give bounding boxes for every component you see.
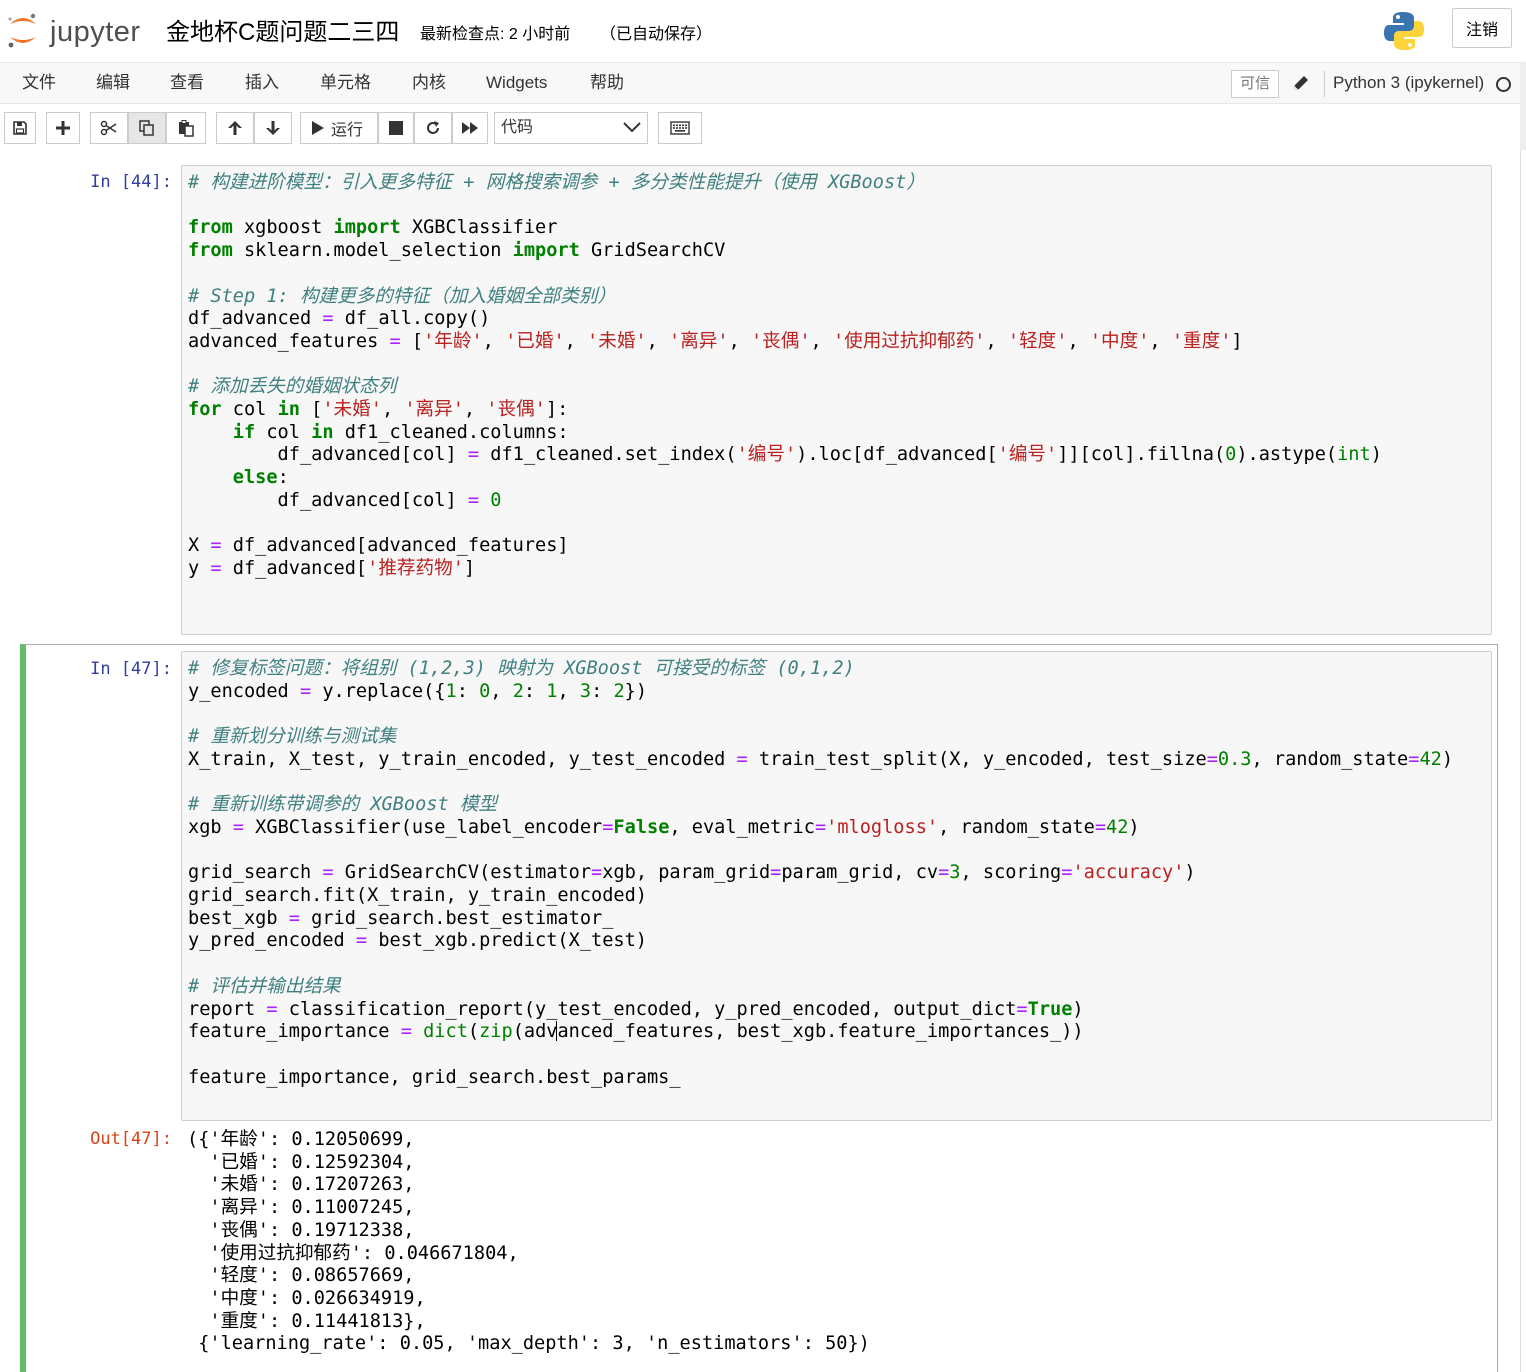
copy-button[interactable] — [128, 112, 166, 144]
menu-kernel[interactable]: 内核 — [412, 63, 446, 103]
insert-cell-button[interactable] — [46, 112, 80, 144]
command-palette-button[interactable] — [658, 112, 702, 144]
stop-icon — [389, 121, 403, 135]
interrupt-button[interactable] — [378, 112, 414, 144]
scrollbar[interactable] — [1520, 150, 1526, 1372]
move-up-button[interactable] — [216, 112, 254, 144]
chevron-down-icon — [623, 122, 641, 133]
output-area: ({'年龄': 0.12050699, '已婚': 0.12592304, '未… — [187, 1129, 1487, 1356]
input-prompt: In [47]: — [90, 659, 172, 679]
run-label: 运行 — [331, 122, 364, 139]
restart-icon — [427, 121, 439, 134]
kernel-separator — [1324, 71, 1325, 97]
menu-file[interactable]: 文件 — [22, 63, 56, 103]
paste-button[interactable] — [166, 112, 206, 144]
input-prompt: In [44]: — [90, 172, 172, 192]
plus-icon — [56, 121, 70, 135]
kernel-idle-icon — [1496, 77, 1511, 92]
fast-forward-icon — [462, 122, 478, 134]
menu-insert[interactable]: 插入 — [245, 63, 279, 103]
jupyter-logo[interactable]: jupyter — [6, 10, 146, 50]
code-editor[interactable]: # 修复标签问题：将组别 (1,2,3) 映射为 XGBoost 可接受的标签 … — [181, 651, 1492, 1121]
code-cell-selected[interactable]: In [47]: # 修复标签问题：将组别 (1,2,3) 映射为 XGBoos… — [20, 644, 1498, 1372]
arrow-down-icon — [266, 121, 280, 135]
logout-button[interactable]: 注销 — [1452, 8, 1512, 48]
code-cell[interactable]: In [44]: # 构建进阶模型：引入更多特征 + 网格搜索调参 + 多分类性… — [20, 164, 1498, 636]
header: jupyter 金地杯C题问题二三四 最新检查点: 2 小时前 （已自动保存） … — [0, 0, 1526, 62]
save-button[interactable] — [4, 112, 36, 144]
menubar: 文件 编辑 查看 插入 单元格 内核 Widgets 帮助 可信 Python … — [0, 62, 1520, 104]
notebook-container: In [44]: # 构建进阶模型：引入更多特征 + 网格搜索调参 + 多分类性… — [0, 150, 1520, 1372]
restart-run-all-button[interactable] — [452, 112, 488, 144]
save-icon — [13, 121, 27, 135]
keyboard-icon — [670, 121, 690, 135]
run-button[interactable]: 运行 — [300, 112, 378, 144]
output-prompt: Out[47]: — [90, 1129, 172, 1149]
text-cursor — [556, 1021, 558, 1042]
python-logo-icon — [1384, 12, 1424, 50]
scissors-icon — [100, 120, 117, 136]
menu-help[interactable]: 帮助 — [590, 63, 624, 103]
code-editor[interactable]: # 构建进阶模型：引入更多特征 + 网格搜索调参 + 多分类性能提升（使用 XG… — [181, 165, 1492, 635]
cell-type-select[interactable]: 代码 — [494, 112, 648, 144]
copy-icon — [139, 120, 154, 136]
arrow-up-icon — [228, 121, 242, 135]
code-content: # 修复标签问题：将组别 (1,2,3) 映射为 XGBoost 可接受的标签 … — [188, 658, 1454, 1088]
trusted-indicator[interactable]: 可信 — [1231, 70, 1280, 98]
paste-icon — [179, 120, 194, 137]
jupyter-logo-text: jupyter — [50, 16, 141, 48]
output-content: ({'年龄': 0.12050699, '已婚': 0.12592304, '未… — [187, 1129, 870, 1355]
menu-widgets[interactable]: Widgets — [486, 63, 547, 103]
cell-type-value: 代码 — [501, 119, 534, 136]
notebook-title[interactable]: 金地杯C题问题二三四 — [166, 12, 399, 47]
cut-button[interactable] — [90, 112, 128, 144]
menu-edit[interactable]: 编辑 — [96, 63, 130, 103]
pencil-icon[interactable] — [1290, 72, 1312, 94]
jupyter-logo-icon — [8, 13, 36, 48]
menu-cell[interactable]: 单元格 — [320, 63, 371, 103]
restart-button[interactable] — [414, 112, 452, 144]
play-icon — [312, 121, 324, 135]
kernel-name[interactable]: Python 3 (ipykernel) — [1333, 63, 1484, 103]
autosave-status: （已自动保存） — [600, 26, 713, 43]
menu-view[interactable]: 查看 — [170, 63, 204, 103]
code-content: # 构建进阶模型：引入更多特征 + 网格搜索调参 + 多分类性能提升（使用 XG… — [188, 172, 1382, 579]
move-down-button[interactable] — [254, 112, 292, 144]
checkpoint-status: 最新检查点: 2 小时前 — [420, 26, 571, 43]
toolbar: 运行 代码 — [0, 104, 1520, 150]
